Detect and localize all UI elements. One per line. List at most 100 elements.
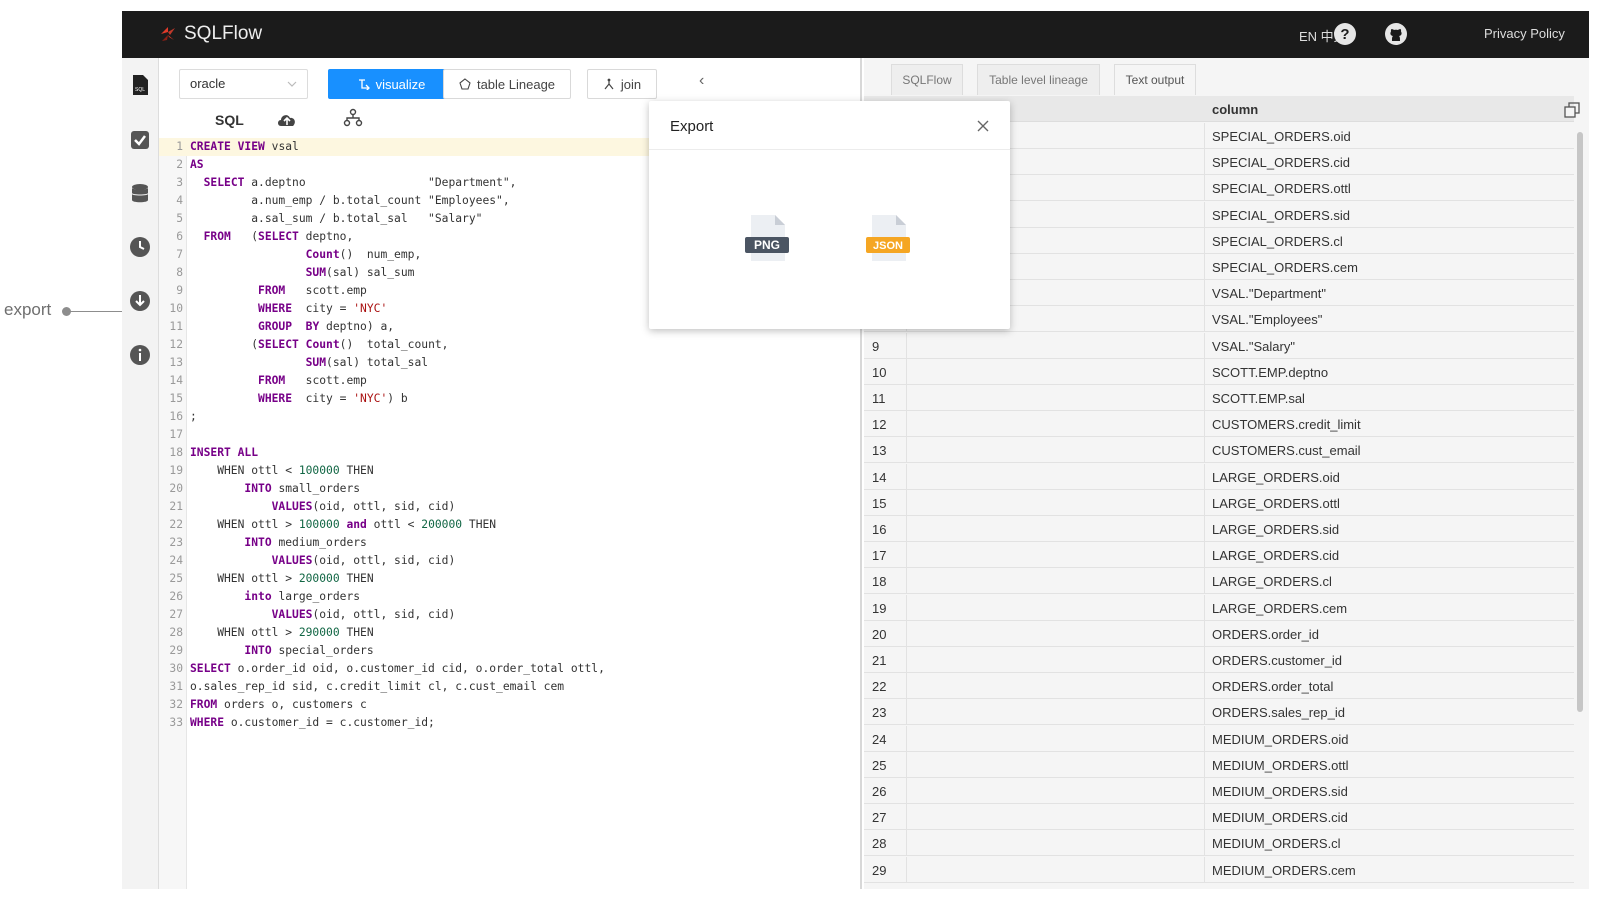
cell-divider — [906, 385, 907, 410]
table-row[interactable]: 19 LARGE_ORDERS.cem — [864, 594, 1574, 621]
table-row[interactable]: 11 SCOTT.EMP.sal — [864, 385, 1574, 411]
hierarchy-icon[interactable] — [343, 108, 363, 128]
visualize-button-label: visualize — [375, 76, 426, 92]
tab-sqlflow[interactable]: SQLFlow — [891, 64, 963, 95]
table-row[interactable]: 24 MEDIUM_ORDERS.oid — [864, 725, 1574, 752]
export-json-button[interactable]: JSON — [864, 213, 912, 265]
column-value: SPECIAL_ORDERS.cem — [1212, 260, 1358, 275]
cell-divider — [906, 647, 907, 672]
line-number: 5 — [176, 212, 183, 225]
code-line-text: WHERE city = 'NYC') b — [258, 392, 408, 405]
line-number: 1 — [176, 140, 183, 153]
help-icon[interactable]: ? — [1333, 22, 1357, 46]
cell-divider — [1204, 699, 1205, 725]
scrollbar[interactable] — [1576, 124, 1584, 889]
table-row[interactable]: 13 CUSTOMERS.cust_email — [864, 437, 1574, 464]
info-icon[interactable] — [128, 343, 152, 367]
code-line: 23 INTO medium_orders — [159, 534, 859, 552]
database-select-value: oracle — [190, 76, 226, 91]
column-value: MEDIUM_ORDERS.cid — [1212, 810, 1348, 826]
table-row[interactable]: 12 CUSTOMERS.credit_limit — [864, 411, 1574, 438]
table-row[interactable]: 22 ORDERS.order_total — [864, 673, 1574, 700]
cell-divider — [1204, 830, 1205, 856]
line-number: 3 — [176, 176, 183, 189]
code-line: 15 WHERE city = 'NYC') b — [159, 390, 859, 408]
upload-cloud-icon[interactable] — [276, 110, 298, 128]
visualize-button[interactable]: visualize — [328, 69, 455, 99]
database-select[interactable]: oracle — [179, 69, 308, 99]
table-row[interactable]: 9 VSAL."Salary" — [864, 332, 1574, 359]
cell-divider — [1204, 673, 1205, 699]
line-number: 30 — [169, 662, 183, 675]
code-line: 33 WHERE o.customer_id = c.customer_id; — [159, 714, 859, 732]
sql-file-icon[interactable]: SQL — [128, 73, 152, 97]
code-line: 25 WHEN ottl > 200000 THEN — [159, 570, 859, 588]
scrollbar-thumb[interactable] — [1577, 132, 1583, 712]
line-number: 29 — [169, 644, 183, 657]
line-number: 33 — [169, 716, 183, 729]
table-row[interactable]: 18 LARGE_ORDERS.cl — [864, 568, 1574, 595]
column-value: CUSTOMERS.credit_limit — [1212, 417, 1361, 433]
table-row[interactable]: 16 LARGE_ORDERS.sid — [864, 516, 1574, 542]
tab-table-level-lineage[interactable]: Table level lineage — [977, 64, 1100, 95]
join-button-label: join — [620, 76, 642, 92]
cell-divider — [1204, 437, 1205, 463]
line-number: 2 — [176, 158, 183, 171]
table-row[interactable]: 14 LARGE_ORDERS.oid — [864, 463, 1574, 490]
code-line: 18 INSERT ALL — [159, 444, 859, 462]
github-icon[interactable] — [1384, 22, 1408, 46]
code-line: 17 — [159, 426, 859, 444]
table-row[interactable]: 29 MEDIUM_ORDERS.cem — [864, 856, 1574, 883]
table-row[interactable]: 20 ORDERS.order_id — [864, 620, 1574, 647]
code-line-text: INTO special_orders — [244, 644, 374, 657]
table-row[interactable]: 15 LARGE_ORDERS.ottl — [864, 489, 1574, 516]
export-png-button[interactable]: PNG — [743, 213, 791, 265]
table-row[interactable]: 21 ORDERS.customer_id — [864, 647, 1574, 673]
cell-divider — [1204, 778, 1205, 803]
row-index: 28 — [872, 836, 887, 852]
png-badge-label: PNG — [754, 238, 780, 252]
table-row[interactable]: 26 MEDIUM_ORDERS.sid — [864, 778, 1574, 804]
table-row[interactable]: 23 ORDERS.sales_rep_id — [864, 699, 1574, 726]
table-row[interactable]: 28 MEDIUM_ORDERS.cl — [864, 830, 1574, 857]
close-icon[interactable] — [973, 116, 993, 136]
export-download-icon[interactable] — [128, 289, 152, 313]
code-line-text: AS — [190, 158, 204, 171]
brand[interactable]: SQLFlow — [158, 23, 262, 45]
line-number: 20 — [169, 482, 183, 495]
line-number: 19 — [169, 464, 183, 477]
table-row[interactable]: 17 LARGE_ORDERS.cid — [864, 542, 1574, 569]
table-lineage-button[interactable]: table Lineage — [443, 69, 571, 99]
line-number: 25 — [169, 572, 183, 585]
sql-tab[interactable]: SQL — [215, 112, 244, 128]
column-value: SCOTT.EMP.deptno — [1212, 364, 1329, 380]
table-row[interactable]: 10 SCOTT.EMP.deptno — [864, 358, 1574, 385]
privacy-policy-link[interactable]: Privacy Policy — [1484, 26, 1565, 41]
cell-divider — [1204, 385, 1205, 410]
cell-divider — [906, 489, 907, 515]
export-dialog: Export PNG JSON — [649, 101, 1010, 329]
column-value: LARGE_ORDERS.cem — [1212, 600, 1348, 616]
code-line-text: INTO small_orders — [244, 482, 361, 495]
line-number: 11 — [169, 320, 183, 333]
join-button[interactable]: join — [587, 69, 657, 99]
tab-text-output[interactable]: Text output — [1114, 64, 1196, 95]
row-index: 18 — [872, 574, 887, 590]
line-number: 14 — [169, 374, 183, 387]
cell-divider — [1204, 594, 1205, 620]
code-line-text: WHERE o.customer_id = c.customer_id; — [190, 716, 435, 729]
cell-divider — [1204, 620, 1205, 646]
check-icon[interactable] — [128, 128, 152, 152]
table-row[interactable]: 25 MEDIUM_ORDERS.ottl — [864, 751, 1574, 778]
database-icon[interactable] — [128, 182, 152, 206]
table-row[interactable]: 27 MEDIUM_ORDERS.cid — [864, 804, 1574, 831]
collapse-pane-button[interactable]: ‹ — [699, 72, 704, 90]
history-clock-icon[interactable] — [128, 235, 152, 259]
copy-icon[interactable] — [1564, 102, 1580, 118]
line-number: 21 — [169, 500, 183, 513]
join-icon — [604, 78, 614, 90]
row-index: 21 — [872, 653, 887, 668]
column-value: CUSTOMERS.cust_email — [1212, 443, 1361, 459]
line-number: 24 — [169, 554, 183, 567]
column-value: ORDERS.customer_id — [1212, 653, 1343, 668]
